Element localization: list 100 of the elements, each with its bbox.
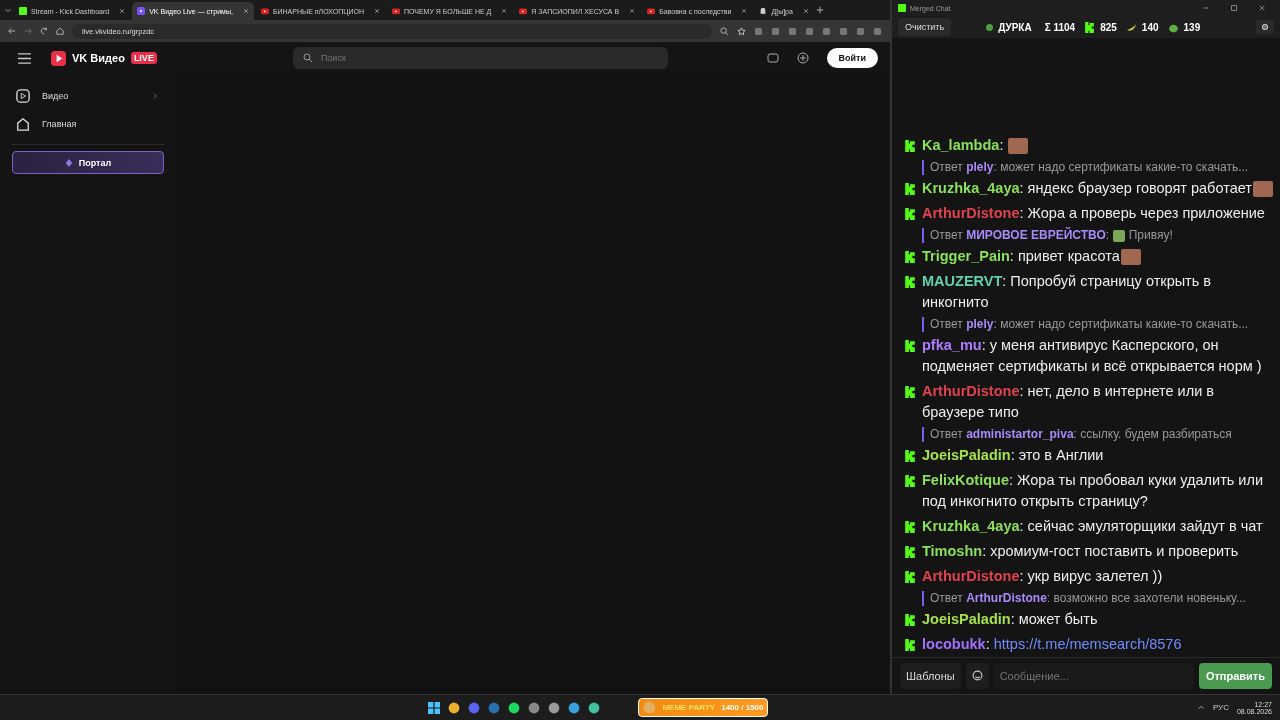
reply-line: Ответ administartor_piva: ссылку. будем разбираться <box>922 427 1232 442</box>
star-icon[interactable] <box>737 26 746 36</box>
chat-message: JoeisPaladin: это в Англии <box>922 446 1104 465</box>
chat-message: FelixKotique: Жора ты пробовал куки удалить или под инкогнито открыть страницу? <box>922 471 1265 511</box>
chat-message: locobukk: https://t.me/memsearch/8576 <box>922 635 1182 654</box>
chat-message: Timoshn: хромиум-гост поставить и проверить <box>922 542 1239 561</box>
kick-logo-icon <box>904 571 916 583</box>
reply-line: Ответ ArthurDistone: возможно все захотели новеньку... <box>922 591 1246 606</box>
viewer-count: 825 <box>1100 21 1117 33</box>
chat-message: JoeisPaladin: может быть <box>922 610 1098 629</box>
logo-text[interactable]: VK Видео <box>72 52 125 64</box>
search-field[interactable]: Поиск <box>292 47 668 69</box>
chat-message: Trigger_Pain: привет красота <box>922 246 1141 267</box>
search-icon <box>302 53 313 63</box>
kick-logo-icon <box>904 614 916 626</box>
message-input[interactable]: Сообщение... <box>993 663 1194 689</box>
kick-logo-icon <box>904 450 916 462</box>
app-icon[interactable] <box>468 701 481 714</box>
live-badge: LIVE <box>130 52 157 64</box>
app-icon[interactable] <box>548 701 561 714</box>
chat-message: Ka_lambda: <box>922 135 1029 156</box>
language-indicator[interactable]: РУС <box>1212 703 1229 712</box>
play-logo-icon <box>260 7 269 15</box>
emoji-button[interactable] <box>965 663 989 689</box>
chat-message: ArthurDistone: Жора а проверь через приложение <box>922 204 1265 223</box>
viewer-count: Σ 1104 <box>1044 21 1076 33</box>
app-icon[interactable] <box>448 701 461 714</box>
close-icon[interactable] <box>802 8 809 14</box>
chat-message: pfka_mu: у меня антивирус Касперского, он подменяет сертификаты и всё открывается норм ) <box>922 336 1263 376</box>
windows-start-icon[interactable] <box>428 701 441 714</box>
kick-logo-icon <box>904 183 916 195</box>
tv-icon[interactable] <box>766 52 779 64</box>
widget-title: MEME PARTY <box>662 703 716 712</box>
kick-logo-icon <box>904 276 916 288</box>
caret-icon[interactable] <box>4 6 12 14</box>
kick-logo-icon <box>904 546 916 558</box>
kick-logo-icon <box>19 7 27 15</box>
close-icon[interactable] <box>1258 4 1266 12</box>
login-button[interactable]: Войти <box>826 48 878 68</box>
back-icon[interactable] <box>8 27 16 35</box>
chat-message: Kruzhka_4aya: сейчас эмуляторщики зайдут в чат <box>922 517 1263 536</box>
chat-message: ArthurDistone: нет, дело в интернете или в браузере типо <box>922 382 1215 422</box>
templates-button[interactable]: Шаблоны <box>900 663 961 689</box>
close-icon[interactable] <box>629 8 636 14</box>
smiley-icon <box>971 669 983 681</box>
home-icon <box>16 117 30 131</box>
clear-button[interactable]: Очистить <box>898 18 952 36</box>
play-icon <box>16 89 30 103</box>
portal-button[interactable]: Портал <box>12 151 164 174</box>
nav-item[interactable]: Главная <box>12 110 164 138</box>
kick-logo-icon <box>904 639 916 651</box>
menu-icon[interactable] <box>18 52 31 64</box>
play-logo-icon <box>647 7 656 15</box>
settings-icon <box>1261 23 1269 31</box>
kick-logo-icon <box>898 4 906 12</box>
chat-message: MAUZERVT: Попробуй страницу открыть в инкогнито <box>922 272 1213 312</box>
status-dot <box>986 23 994 31</box>
message-link[interactable]: https://t.me/memsearch/8576 <box>993 636 1182 652</box>
close-icon[interactable] <box>373 8 380 14</box>
settings-button[interactable] <box>1256 20 1274 34</box>
kick-logo-icon <box>904 386 916 398</box>
close-icon[interactable] <box>501 8 508 14</box>
close-icon[interactable] <box>741 8 748 14</box>
diamond-icon <box>64 158 73 167</box>
chat-message: Kruzhka_4aya: яндекс браузер говорят работает <box>922 178 1273 199</box>
add-icon[interactable] <box>796 52 809 64</box>
maximize-icon[interactable] <box>1230 4 1238 12</box>
viewer-count: 139 <box>1183 21 1201 33</box>
chat-message: ArthurDistone: укр вирус залетел )) <box>922 567 1163 586</box>
kick-logo-icon <box>904 208 916 220</box>
reply-line: Ответ plely: может надо сертификаты какие-то скачать... <box>922 160 1249 175</box>
search-icon[interactable] <box>720 26 729 36</box>
kick-logo-icon <box>904 140 916 152</box>
viewer-count: 140 <box>1141 21 1159 33</box>
play-logo-icon <box>137 7 146 15</box>
dog-icon <box>643 701 657 714</box>
app-icon[interactable] <box>568 701 581 714</box>
channel-name: ДУРКА <box>998 21 1032 33</box>
close-icon[interactable] <box>242 8 249 14</box>
kick-logo-icon <box>1084 21 1096 33</box>
kick-logo-icon <box>904 475 916 487</box>
reply-line: Ответ МИРОВОЕ ЕВРЕЙСТВО: Привяу! <box>922 228 1173 243</box>
play-logo-icon <box>519 7 528 15</box>
home-icon[interactable] <box>56 27 64 35</box>
kick-logo-icon <box>904 340 916 352</box>
reload-icon[interactable] <box>40 27 48 35</box>
nav-item[interactable]: Видео <box>12 82 164 110</box>
caret-icon[interactable] <box>1196 703 1205 712</box>
widget-value: 1400 / 1500 <box>721 703 764 712</box>
app-icon[interactable] <box>528 701 541 714</box>
chevron-icon <box>152 93 158 99</box>
play-logo-icon <box>391 7 400 15</box>
ghost-icon <box>759 7 768 15</box>
play-logo-icon <box>51 50 66 66</box>
close-icon[interactable] <box>119 8 126 14</box>
app-icon[interactable] <box>588 701 601 714</box>
kick-logo-icon <box>904 521 916 533</box>
new-tab-icon[interactable] <box>815 6 824 14</box>
app-icon[interactable] <box>508 701 521 714</box>
kick-logo-icon <box>904 251 916 263</box>
